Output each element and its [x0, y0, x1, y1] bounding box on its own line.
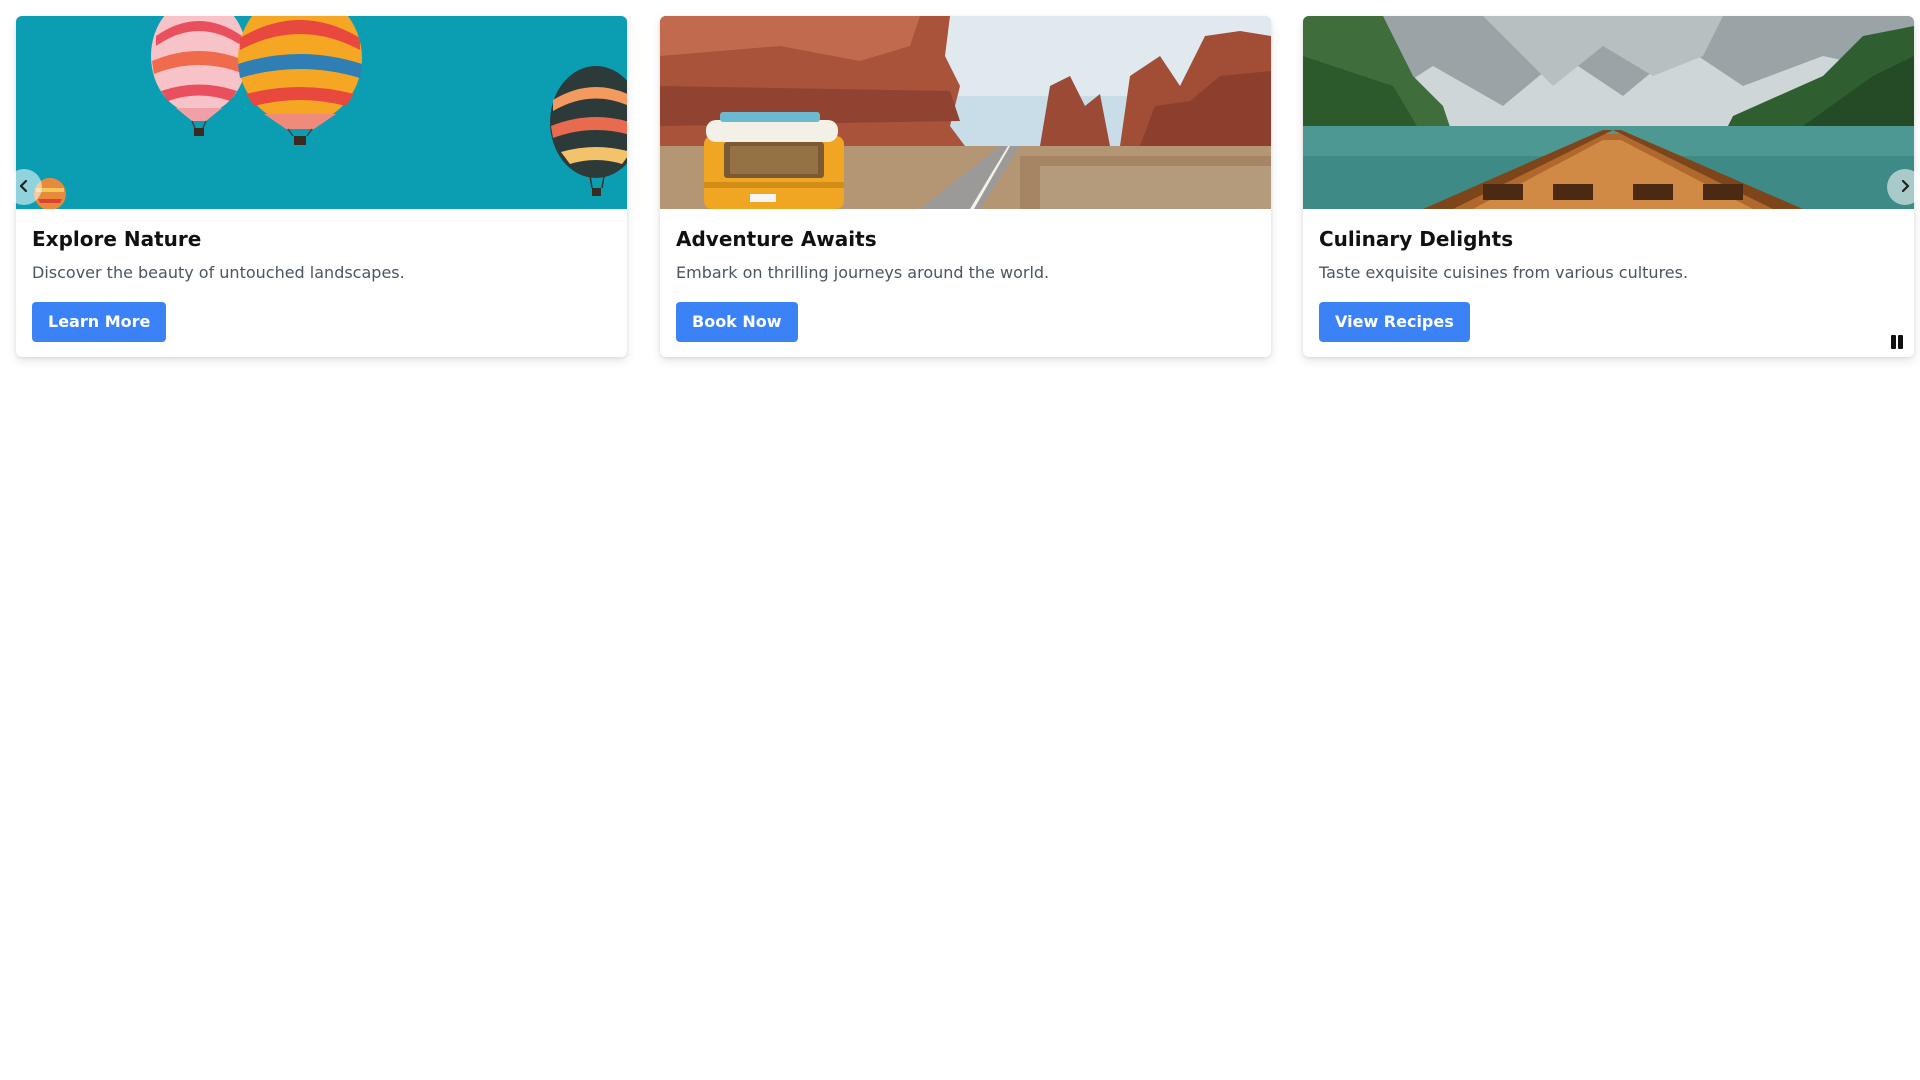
view-recipes-button[interactable]: View Recipes — [1319, 302, 1470, 342]
card-description: Embark on thrilling journeys around the … — [676, 263, 1050, 282]
chevron-left-icon — [17, 179, 31, 196]
previous-slide-button[interactable] — [6, 169, 42, 205]
pause-autoplay-button[interactable] — [1887, 333, 1907, 351]
pause-icon — [1891, 335, 1896, 349]
card-description: Discover the beauty of untouched landsca… — [32, 263, 405, 282]
card-title: Culinary Delights — [1319, 227, 1514, 251]
card-adventure-awaits: Adventure Awaits Embark on thrilling jou… — [660, 16, 1271, 357]
book-now-button[interactable]: Book Now — [676, 302, 798, 342]
card-carousel: Explore Nature Discover the beauty of un… — [0, 0, 1920, 1080]
card-explore-nature: Explore Nature Discover the beauty of un… — [16, 16, 627, 357]
card-culinary-delights: Culinary Delights Taste exquisite cuisin… — [1303, 16, 1914, 357]
learn-more-button[interactable]: Learn More — [32, 302, 167, 342]
next-slide-button[interactable] — [1887, 169, 1920, 205]
pause-icon — [1898, 335, 1903, 349]
card-title: Explore Nature — [32, 227, 202, 251]
hot-air-balloons-image — [16, 16, 627, 209]
card-title: Adventure Awaits — [676, 227, 877, 251]
chevron-right-icon — [1898, 179, 1912, 196]
mountain-lake-boat-image — [1303, 16, 1914, 209]
card-description: Taste exquisite cuisines from various cu… — [1319, 263, 1689, 282]
desert-road-van-image — [660, 16, 1271, 209]
